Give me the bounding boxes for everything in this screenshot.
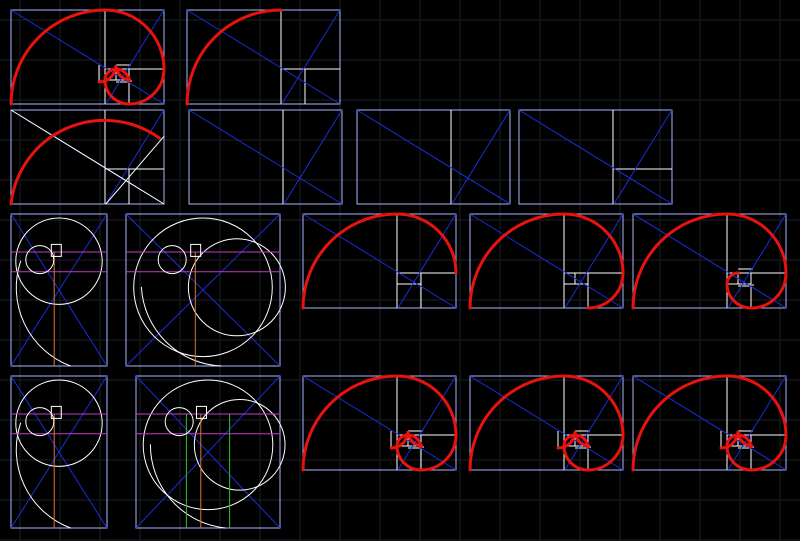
panel-spiral-two-arcs [468, 212, 625, 310]
panel-spiral-white-diagonals [9, 109, 165, 206]
construction-circle [133, 217, 273, 358]
diagonal-line [397, 213, 457, 309]
golden-spiral [185, 8, 283, 106]
construction-circle [187, 238, 286, 337]
panel-spiral-deep [631, 212, 788, 310]
golden-spiral-arc [9, 118, 162, 206]
construction-circle [15, 217, 103, 305]
construction-arc [15, 422, 72, 529]
diagonal-line [613, 109, 673, 205]
spiral-group [185, 8, 283, 106]
construction-circle [15, 379, 103, 467]
panel-tall-circles-b [10, 375, 108, 529]
white-diagonal [10, 109, 165, 205]
panel-rectangle-division [188, 109, 343, 205]
panel-spiral-full-3 [468, 374, 625, 472]
construction-arc [149, 444, 226, 529]
construction-circle [142, 379, 274, 511]
diagram-panels [9, 8, 788, 529]
panel-tall-circles [10, 213, 108, 367]
panel-spiral-full-1 [9, 8, 166, 106]
construction-arc [140, 286, 222, 367]
white-diagonal [105, 135, 165, 205]
diagonal-line [186, 9, 341, 105]
panel-tall-double-circles-green [135, 375, 286, 529]
panel-rectangle-division [518, 109, 673, 205]
panel-spiral-arc [185, 8, 341, 106]
diagonal-line [281, 9, 341, 105]
diagonal-line [451, 109, 511, 205]
small-square [195, 405, 207, 419]
golden-ratio-canvas [0, 0, 800, 541]
panel-spiral-full-4 [631, 374, 788, 472]
diagonal-line [188, 109, 343, 205]
construction-arc [15, 260, 72, 367]
panel-tall-double-circles [125, 213, 286, 367]
diagonal-line [283, 109, 343, 205]
diagonal-line [518, 109, 673, 205]
construction-circle [193, 398, 286, 491]
